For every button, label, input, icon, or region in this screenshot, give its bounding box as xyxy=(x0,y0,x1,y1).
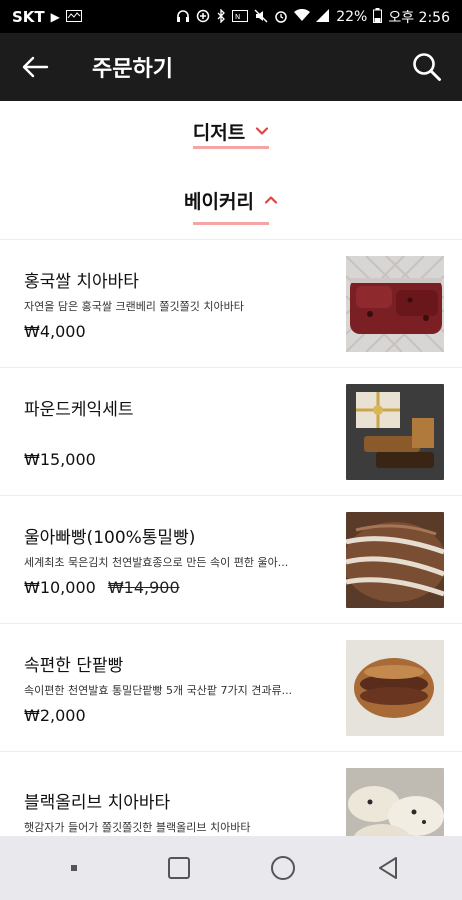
chevron-up-icon xyxy=(264,196,278,204)
product-item[interactable]: 홍국쌀 치아바타 자연을 담은 홍국쌀 크랜베리 쫄깃쫄깃 치아바타 ₩4,00… xyxy=(0,239,462,367)
page-title: 주문하기 xyxy=(92,57,173,82)
product-name: 울아빠빵(100%통밀빵) xyxy=(24,527,196,548)
product-description xyxy=(24,426,334,440)
home-button[interactable] xyxy=(253,843,313,893)
alarm-icon xyxy=(274,9,288,25)
category-label: 베이커리 xyxy=(184,190,254,213)
system-navigation-bar xyxy=(0,836,462,900)
nav-dot-button[interactable] xyxy=(44,843,104,893)
back-button[interactable] xyxy=(0,33,70,101)
category-label: 디저트 xyxy=(192,121,246,144)
product-price: ₩4,000 xyxy=(24,321,86,341)
product-image xyxy=(346,639,444,736)
clock: 오후 2:56 xyxy=(388,9,450,26)
dot-icon xyxy=(71,865,78,871)
triangle-back-icon xyxy=(378,857,397,879)
menu-list[interactable]: 디저트 베이커리 홍국쌀 치아바타 자연을 담은 홍국쌀 크랜베리 쫄깃쫄깃 치… xyxy=(0,101,462,836)
product-name: 블랙올리브 치아바타 xyxy=(24,793,171,813)
category-header-dessert[interactable]: 디저트 xyxy=(0,101,462,161)
product-item[interactable]: 울아빠빵(100%통밀빵) 세계최초 묵은김치 천연발효종으로 만든 속이 편한… xyxy=(0,495,462,623)
category-underline xyxy=(193,222,269,225)
product-original-price: ₩14,900 xyxy=(107,577,180,597)
chevron-down-icon xyxy=(256,127,269,135)
product-image xyxy=(346,511,444,608)
system-back-button[interactable] xyxy=(358,843,418,893)
bluetooth-icon xyxy=(216,7,226,25)
product-image xyxy=(346,383,444,480)
app-bar: 주문하기 xyxy=(0,33,462,101)
category-header-bakery[interactable]: 베이커리 xyxy=(0,161,462,239)
product-image xyxy=(346,255,444,352)
product-description: 속이편한 천연발효 통밀단팥빵 5개 국산팥 7가지 견과류... xyxy=(24,683,293,696)
wifi-icon xyxy=(294,8,311,24)
nfc-icon: N xyxy=(232,9,249,24)
product-item[interactable]: 블랙올리브 치아바타 햇감자가 들어가 쫄깃쫄깃한 블랙올리브 치아바타 xyxy=(0,751,462,836)
search-button[interactable] xyxy=(392,33,462,101)
arrow-left-icon xyxy=(22,56,49,78)
product-image xyxy=(346,767,444,836)
carrier-label: SKT xyxy=(12,7,45,26)
status-bar: SKT ▶ N 22% 오후 2:56 xyxy=(0,0,462,33)
battery-icon xyxy=(373,8,383,25)
circle-icon xyxy=(271,856,296,880)
product-name: 홍국쌀 치아바타 xyxy=(24,271,139,292)
product-name: 속편한 단팥빵 xyxy=(24,655,124,676)
battery-percent: 22% xyxy=(336,8,368,25)
recent-apps-button[interactable] xyxy=(149,843,209,893)
product-description: 세계최초 묵은김치 천연발효종으로 만든 속이 편한 울아... xyxy=(24,555,289,568)
signal-icon xyxy=(316,9,330,24)
data-saver-icon xyxy=(196,9,210,25)
search-icon xyxy=(413,53,441,81)
product-description: 햇감자가 들어가 쫄깃쫄깃한 블랙올리브 치아바타 xyxy=(24,821,251,833)
product-price: ₩15,000 xyxy=(24,449,96,469)
mute-icon xyxy=(254,9,268,25)
category-underline xyxy=(193,146,269,149)
activity-icon xyxy=(65,9,82,24)
product-name: 파운드케익세트 xyxy=(24,399,134,420)
product-price: ₩10,000 xyxy=(24,577,96,597)
headphones-icon xyxy=(176,9,190,25)
product-item[interactable]: 파운드케익세트 ₩15,000 xyxy=(0,367,462,495)
play-icon: ▶ xyxy=(50,9,60,24)
product-description: 자연을 담은 홍국쌀 크랜베리 쫄깃쫄깃 치아바타 xyxy=(24,299,244,312)
svg-text:N: N xyxy=(235,13,240,21)
product-item[interactable]: 속편한 단팥빵 속이편한 천연발효 통밀단팥빵 5개 국산팥 7가지 견과류..… xyxy=(0,623,462,751)
square-icon xyxy=(167,857,190,879)
product-price: ₩2,000 xyxy=(24,705,86,725)
